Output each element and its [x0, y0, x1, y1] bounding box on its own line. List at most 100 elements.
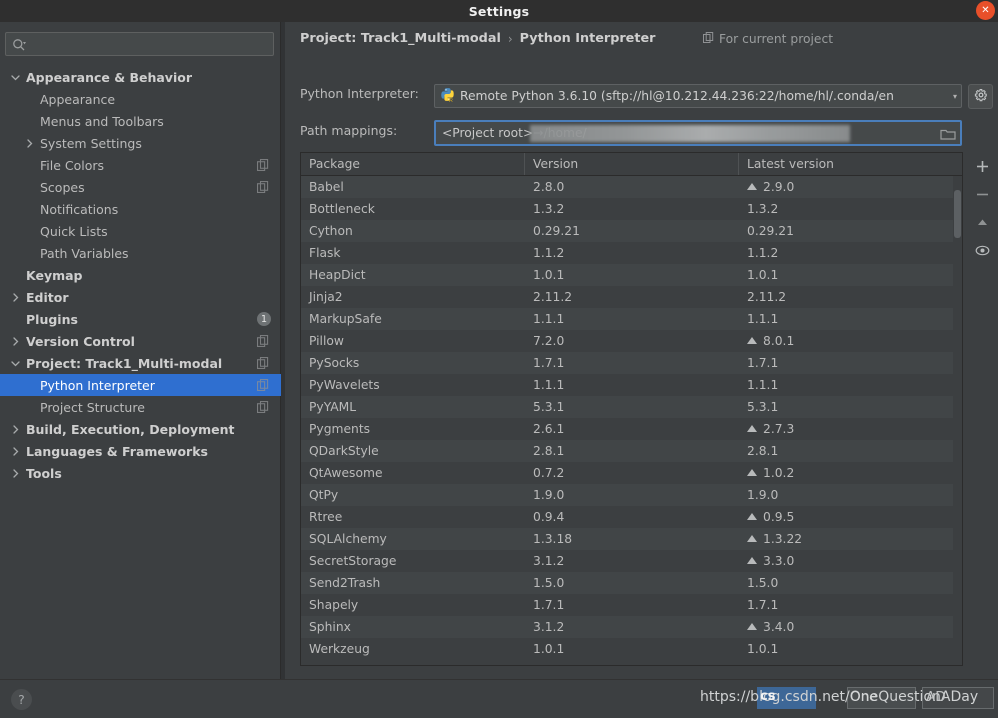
sidebar-item-notifications[interactable]: Notifications	[0, 198, 281, 220]
sidebar-item-plugins[interactable]: Plugins1	[0, 308, 281, 330]
window-title: Settings	[469, 4, 530, 19]
table-row[interactable]: Sphinx3.1.23.4.0	[301, 616, 962, 638]
chevron-right-icon[interactable]	[10, 468, 21, 479]
cell-package: QtAwesome	[301, 466, 525, 480]
sidebar-item-file-colors[interactable]: File Colors	[0, 154, 281, 176]
table-row[interactable]: Werkzeug1.0.11.0.1	[301, 638, 962, 660]
table-row[interactable]: PyYAML5.3.15.3.1	[301, 396, 962, 418]
chevron-right-icon[interactable]	[10, 424, 21, 435]
cell-latest-version-text: 1.9.0	[747, 488, 778, 502]
table-row[interactable]: Jinja22.11.22.11.2	[301, 286, 962, 308]
table-row[interactable]: PyWavelets1.1.11.1.1	[301, 374, 962, 396]
sidebar-item-quick-lists[interactable]: Quick Lists	[0, 220, 281, 242]
folder-icon[interactable]	[940, 126, 956, 140]
table-row[interactable]: Send2Trash1.5.01.5.0	[301, 572, 962, 594]
python-interpreter-dropdown[interactable]: R Remote Python 3.6.10 (sftp://hl@10.212…	[434, 84, 962, 108]
cell-latest-version: 1.5.0	[739, 576, 962, 590]
sidebar-item-label: System Settings	[40, 136, 142, 151]
close-icon[interactable]: ✕	[976, 1, 995, 20]
cell-latest-version-text: 8.0.1	[763, 334, 794, 348]
copy-icon	[257, 357, 269, 369]
column-header-latest-version[interactable]: Latest version	[739, 153, 962, 175]
table-row[interactable]: Rtree0.9.40.9.5	[301, 506, 962, 528]
table-row[interactable]: QtAwesome0.7.21.0.2	[301, 462, 962, 484]
table-row[interactable]: Pillow7.2.08.0.1	[301, 330, 962, 352]
table-row[interactable]: SecretStorage3.1.23.3.0	[301, 550, 962, 572]
cell-latest-version: 1.1.1	[739, 312, 962, 326]
upgrade-package-button[interactable]	[969, 208, 995, 236]
table-row[interactable]: Cython0.29.210.29.21	[301, 220, 962, 242]
sidebar-item-path-variables[interactable]: Path Variables	[0, 242, 281, 264]
cell-latest-version-text: 3.4.0	[763, 620, 794, 634]
cell-latest-version-text: 0.9.5	[763, 510, 794, 524]
settings-tree: Appearance & BehaviorAppearanceMenus and…	[0, 66, 281, 484]
chevron-down-icon: ▾	[953, 92, 957, 101]
sidebar-item-languages-frameworks[interactable]: Languages & Frameworks	[0, 440, 281, 462]
sidebar-item-keymap[interactable]: Keymap	[0, 264, 281, 286]
chevron-right-icon[interactable]	[10, 446, 21, 457]
chevron-right-icon[interactable]	[10, 336, 21, 347]
table-row[interactable]: Pygments2.6.12.7.3	[301, 418, 962, 440]
sidebar-item-scopes[interactable]: Scopes	[0, 176, 281, 198]
path-mappings-field[interactable]: <Project root>→/home/	[434, 120, 962, 146]
sidebar-item-project-track1-multi-modal[interactable]: Project: Track1_Multi-modal	[0, 352, 281, 374]
column-header-package[interactable]: Package	[301, 153, 525, 175]
table-scrollbar[interactable]	[953, 176, 962, 665]
search-input[interactable]	[30, 37, 267, 51]
cell-package: QDarkStyle	[301, 444, 525, 458]
chevron-right-icon[interactable]	[10, 292, 21, 303]
cell-package: Rtree	[301, 510, 525, 524]
table-row[interactable]: QDarkStyle2.8.12.8.1	[301, 440, 962, 462]
interpreter-settings-button[interactable]	[968, 84, 993, 109]
help-button[interactable]: ?	[11, 689, 32, 710]
sidebar-item-label: Project Structure	[40, 400, 145, 415]
show-early-releases-button[interactable]	[969, 236, 995, 264]
add-package-button[interactable]	[969, 152, 995, 180]
sidebar-item-project-structure[interactable]: Project Structure	[0, 396, 281, 418]
cell-version: 1.0.1	[525, 268, 739, 282]
sidebar-item-python-interpreter[interactable]: Python Interpreter	[0, 374, 281, 396]
cell-package: PySocks	[301, 356, 525, 370]
breadcrumb-root[interactable]: Project: Track1_Multi-modal	[300, 31, 501, 46]
sidebar-item-version-control[interactable]: Version Control	[0, 330, 281, 352]
path-mappings-label-row: Path mappings:	[300, 123, 397, 138]
sidebar-item-build-execution-deployment[interactable]: Build, Execution, Deployment	[0, 418, 281, 440]
cell-latest-version-text: 1.0.1	[747, 268, 778, 282]
table-row[interactable]: MarkupSafe1.1.11.1.1	[301, 308, 962, 330]
cell-latest-version-text: 1.5.0	[747, 576, 778, 590]
cell-version: 1.5.0	[525, 576, 739, 590]
column-header-version[interactable]: Version	[525, 153, 739, 175]
python-icon: R	[440, 87, 455, 106]
cell-latest-version: 1.0.1	[739, 642, 962, 656]
table-row[interactable]: Shapely1.7.11.7.1	[301, 594, 962, 616]
chevron-down-icon[interactable]	[10, 358, 21, 369]
search-box[interactable]	[5, 32, 274, 56]
cell-package: HeapDict	[301, 268, 525, 282]
sidebar-item-tools[interactable]: Tools	[0, 462, 281, 484]
sidebar-item-label: Version Control	[26, 334, 135, 349]
sidebar-item-appearance-behavior[interactable]: Appearance & Behavior	[0, 66, 281, 88]
sidebar-item-editor[interactable]: Editor	[0, 286, 281, 308]
table-row[interactable]: HeapDict1.0.11.0.1	[301, 264, 962, 286]
copy-icon	[703, 32, 714, 46]
cell-version: 0.7.2	[525, 466, 739, 480]
table-row[interactable]: Bottleneck1.3.21.3.2	[301, 198, 962, 220]
remove-package-button[interactable]	[969, 180, 995, 208]
table-row[interactable]: Flask1.1.21.1.2	[301, 242, 962, 264]
chevron-down-icon[interactable]	[10, 72, 21, 83]
table-row[interactable]: QtPy1.9.01.9.0	[301, 484, 962, 506]
redacted-path-region	[530, 125, 850, 142]
cell-package: PyYAML	[301, 400, 525, 414]
sidebar-item-label: Python Interpreter	[40, 378, 155, 393]
cell-version: 2.8.1	[525, 444, 739, 458]
sidebar-item-system-settings[interactable]: System Settings	[0, 132, 281, 154]
table-row[interactable]: Babel2.8.02.9.0	[301, 176, 962, 198]
cell-package: Werkzeug	[301, 642, 525, 656]
table-row[interactable]: SQLAlchemy1.3.181.3.22	[301, 528, 962, 550]
sidebar-item-menus-and-toolbars[interactable]: Menus and Toolbars	[0, 110, 281, 132]
table-row[interactable]: PySocks1.7.11.7.1	[301, 352, 962, 374]
table-scrollbar-thumb[interactable]	[954, 190, 961, 238]
sidebar-item-appearance[interactable]: Appearance	[0, 88, 281, 110]
chevron-right-icon[interactable]	[24, 138, 35, 149]
window-titlebar: Settings ✕	[0, 0, 998, 22]
